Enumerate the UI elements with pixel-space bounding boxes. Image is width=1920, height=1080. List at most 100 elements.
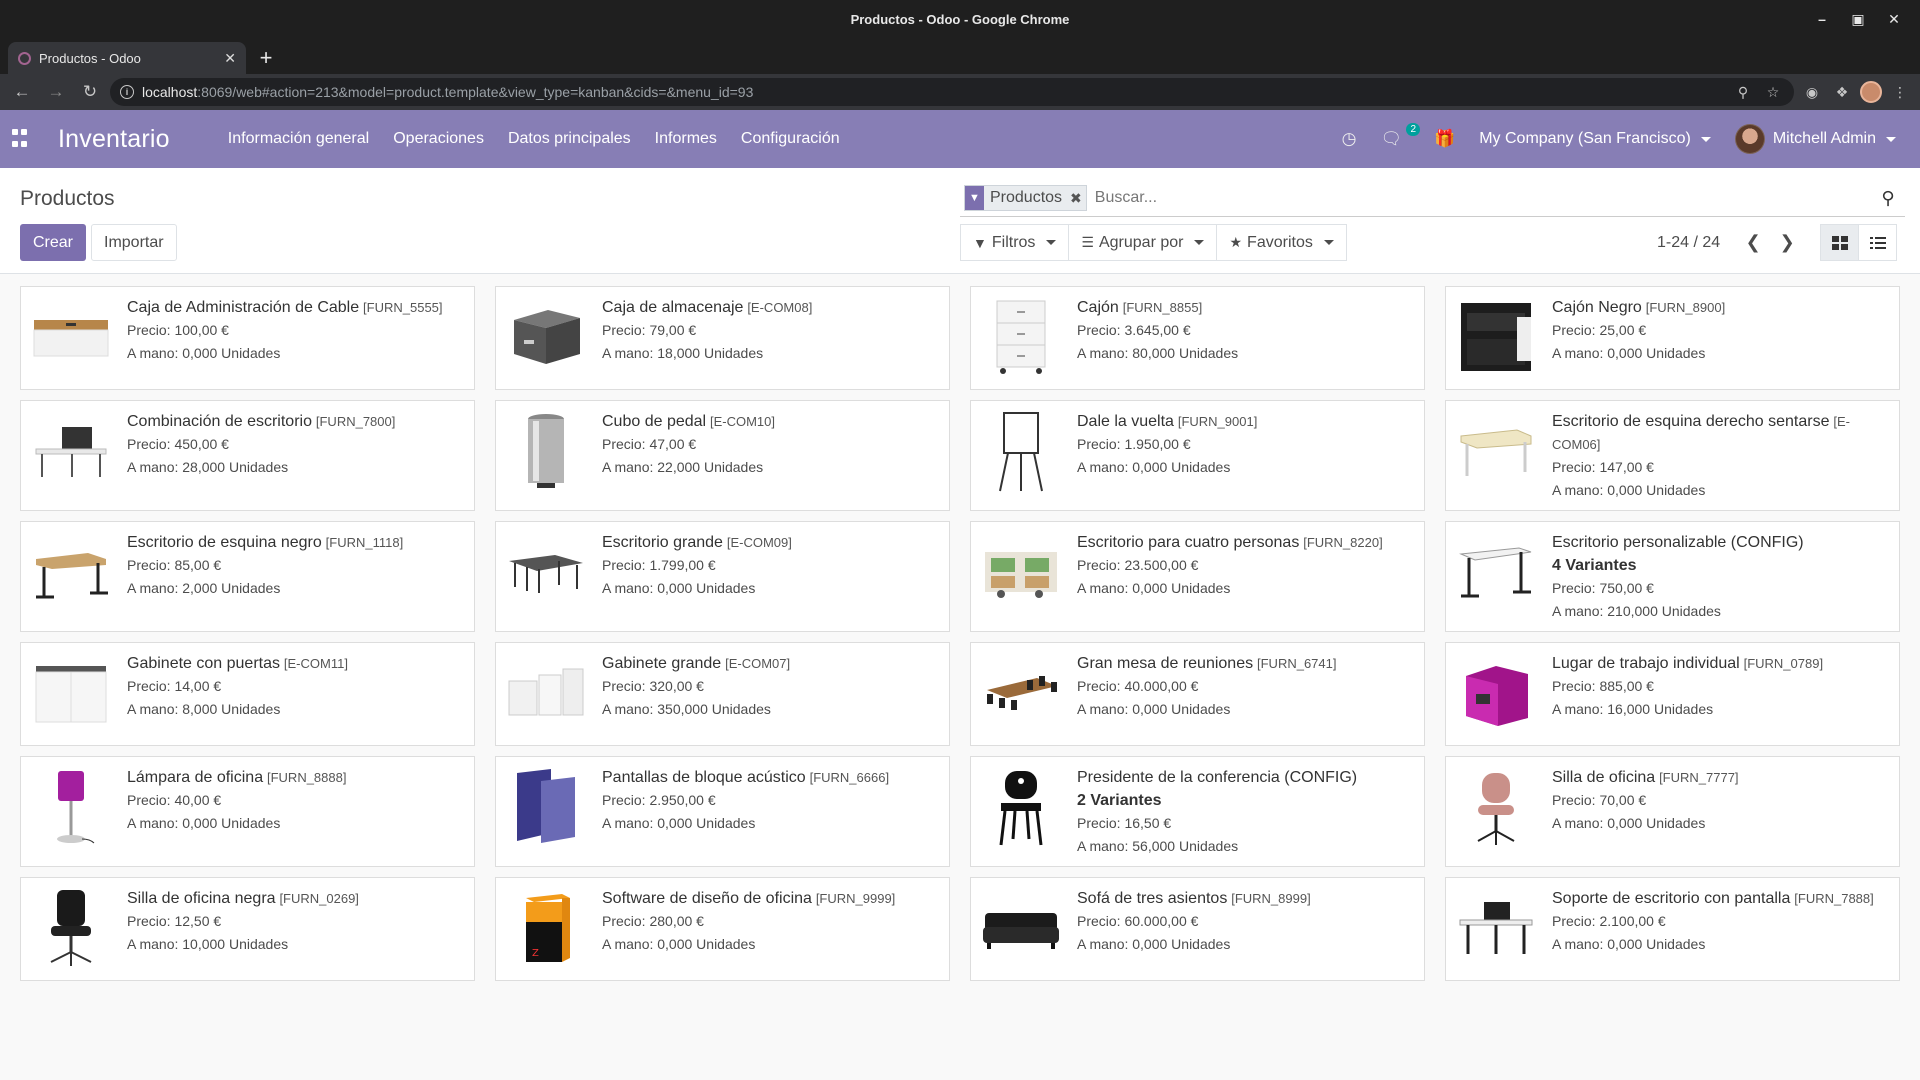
product-price: Precio: 2.950,00 € <box>602 792 716 808</box>
pager-value[interactable]: 1-24 / 24 <box>1657 234 1720 252</box>
apps-menu-icon[interactable] <box>12 129 32 149</box>
bookmark-star-icon[interactable]: ☆ <box>1762 84 1784 101</box>
product-card[interactable]: Presidente de la conferencia (CONFIG) 2 V… <box>970 756 1425 867</box>
product-card[interactable]: Gran mesa de reuniones [FURN_6741] Precio… <box>970 642 1425 746</box>
product-card[interactable]: Lugar de trabajo individual [FURN_0789] P… <box>1445 642 1900 746</box>
back-icon[interactable]: ← <box>8 78 36 106</box>
product-card[interactable]: Silla de oficina negra [FURN_0269] Precio… <box>20 877 475 981</box>
kebab-menu-icon[interactable]: ⋮ <box>1888 80 1912 104</box>
minimize-icon[interactable]: – <box>1804 0 1840 38</box>
favorites-label: Favoritos <box>1247 233 1313 251</box>
close-tab-icon[interactable]: ✕ <box>224 50 236 67</box>
product-details: Cajón Negro [FURN_8900] Precio: 25,00 € A … <box>1552 295 1891 381</box>
search-icon[interactable]: ⚲ <box>1875 188 1901 209</box>
product-card[interactable]: Combinación de escritorio [FURN_7800] Pre… <box>20 400 475 511</box>
product-card[interactable]: Escritorio de esquina derecho sentarse [… <box>1445 400 1900 511</box>
create-button[interactable]: Crear <box>20 224 87 261</box>
product-card[interactable]: Cajón Negro [FURN_8900] Precio: 25,00 € A … <box>1445 286 1900 390</box>
product-card[interactable]: Escritorio para cuatro personas [FURN_82… <box>970 521 1425 632</box>
product-name: Silla de oficina <box>1552 769 1656 786</box>
product-card[interactable]: Gabinete grande [E-COM07] Precio: 320,00 … <box>495 642 950 746</box>
product-card[interactable]: Pantallas de bloque acústico [FURN_6666]… <box>495 756 950 867</box>
close-window-icon[interactable]: ✕ <box>1876 0 1912 38</box>
systray: ◷ 🗨 2 🎁 My Company (San Francisco) Mitch… <box>1330 110 1908 168</box>
product-card[interactable]: Silla de oficina [FURN_7777] Precio: 70,0… <box>1445 756 1900 867</box>
product-reference: [E-COM07] <box>725 656 791 671</box>
reload-icon[interactable]: ↻ <box>76 78 104 106</box>
product-reference: [FURN_8888] <box>266 770 347 785</box>
product-card[interactable]: Cajón [FURN_8855] Precio: 3.645,00 € A man… <box>970 286 1425 390</box>
product-card[interactable]: Gabinete con puertas [E-COM11] Precio: 14… <box>20 642 475 746</box>
product-on-hand: A mano: 56,000 Unidades <box>1077 838 1239 854</box>
filters-button[interactable]: ▼ Filtros <box>960 224 1070 261</box>
product-price: Precio: 85,00 € <box>127 557 222 573</box>
list-view-button[interactable] <box>1858 224 1897 261</box>
product-title: Sofá de tres asientos [FURN_8999] <box>1077 887 1416 910</box>
company-switcher[interactable]: My Company (San Francisco) <box>1467 110 1723 168</box>
product-card[interactable]: Escritorio personalizable (CONFIG) 4 Vari… <box>1445 521 1900 632</box>
product-on-hand: A mano: 0,000 Unidades <box>1077 701 1231 717</box>
search-input[interactable] <box>1090 183 1875 213</box>
product-title: Gabinete con puertas [E-COM11] <box>127 652 466 675</box>
product-card[interactable]: Lámpara de oficina [FURN_8888] Precio: 40… <box>20 756 475 867</box>
pager-next-icon[interactable]: ❯ <box>1770 232 1804 253</box>
product-card[interactable]: Z Software de diseño de oficina [FURN_999… <box>495 877 950 981</box>
product-reference: [FURN_0269] <box>279 891 359 906</box>
menu-informes[interactable]: Informes <box>643 110 729 168</box>
product-name: Software de diseño de oficina <box>602 890 812 907</box>
product-card[interactable]: Caja de Administración de Cable [FURN_55… <box>20 286 475 390</box>
product-on-hand: A mano: 0,000 Unidades <box>1552 936 1706 952</box>
product-title: Gran mesa de reuniones [FURN_6741] <box>1077 652 1416 675</box>
product-price: Precio: 3.645,00 € <box>1077 322 1191 338</box>
favorites-button[interactable]: ★ Favoritos <box>1216 224 1347 261</box>
product-price: Precio: 1.799,00 € <box>602 557 716 573</box>
product-reference: [E-COM10] <box>709 414 775 429</box>
chevron-down-icon <box>1886 136 1896 142</box>
maximize-icon[interactable]: ▣ <box>1840 0 1876 38</box>
product-card[interactable]: Soporte de escritorio con pantalla [FURN… <box>1445 877 1900 981</box>
four-person-desk-icon <box>979 530 1063 614</box>
extension-icon[interactable]: ◉ <box>1800 80 1824 104</box>
product-card[interactable]: Caja de almacenaje [E-COM08] Precio: 79,0… <box>495 286 950 390</box>
profile-avatar[interactable] <box>1860 81 1882 103</box>
import-button[interactable]: Importar <box>91 224 177 261</box>
product-price: Precio: 79,00 € <box>602 322 697 338</box>
url-field[interactable]: i localhost:8069/web#action=213&model=pr… <box>110 78 1794 106</box>
menu-configuracion[interactable]: Configuración <box>729 110 852 168</box>
activity-button[interactable]: ◷ <box>1330 110 1369 168</box>
puzzle-icon[interactable]: ❖ <box>1830 80 1854 104</box>
control-panel: Productos Crear Importar ▼ Productos ✖ ⚲… <box>0 168 1920 274</box>
corner-desk-black-icon <box>29 530 113 614</box>
browser-tab[interactable]: Productos - Odoo ✕ <box>8 42 246 74</box>
kanban-icon <box>1831 235 1848 250</box>
gift-button[interactable]: 🎁 <box>1422 110 1467 168</box>
groupby-button[interactable]: ☰ Agrupar por <box>1068 224 1218 261</box>
office-lamp-icon <box>29 765 113 849</box>
zoom-icon[interactable]: ⚲ <box>1732 84 1754 101</box>
messages-button[interactable]: 🗨 2 <box>1368 110 1422 168</box>
kanban-view-button[interactable] <box>1820 224 1859 261</box>
new-tab-icon[interactable]: + <box>250 42 282 74</box>
site-info-icon[interactable]: i <box>120 85 134 99</box>
star-icon: ★ <box>1229 234 1243 250</box>
product-details: Soporte de escritorio con pantalla [FURN… <box>1552 886 1891 972</box>
desk-combo-icon <box>29 409 113 493</box>
pager-previous-icon[interactable]: ❮ <box>1736 232 1770 253</box>
product-reference: [FURN_7777] <box>1659 770 1739 785</box>
product-card[interactable]: Escritorio grande [E-COM09] Precio: 1.799… <box>495 521 950 632</box>
menu-operaciones[interactable]: Operaciones <box>381 110 496 168</box>
menu-informacion-general[interactable]: Información general <box>216 110 381 168</box>
product-card[interactable]: Sofá de tres asientos [FURN_8999] Precio:… <box>970 877 1425 981</box>
product-on-hand: A mano: 0,000 Unidades <box>602 936 756 952</box>
product-card[interactable]: Escritorio de esquina negro [FURN_1118] P… <box>20 521 475 632</box>
product-card[interactable]: Dale la vuelta [FURN_9001] Precio: 1.950,… <box>970 400 1425 511</box>
product-name: Cajón Negro <box>1552 299 1642 316</box>
product-card[interactable]: Cubo de pedal [E-COM10] Precio: 47,00 € A … <box>495 400 950 511</box>
product-name: Cajón <box>1077 299 1119 316</box>
app-name[interactable]: Inventario <box>58 125 170 154</box>
menu-datos-principales[interactable]: Datos principales <box>496 110 643 168</box>
remove-facet-icon[interactable]: ✖ <box>1066 190 1086 207</box>
user-menu[interactable]: Mitchell Admin <box>1723 110 1908 168</box>
list-icon <box>1869 236 1886 249</box>
forward-icon[interactable]: → <box>42 78 70 106</box>
